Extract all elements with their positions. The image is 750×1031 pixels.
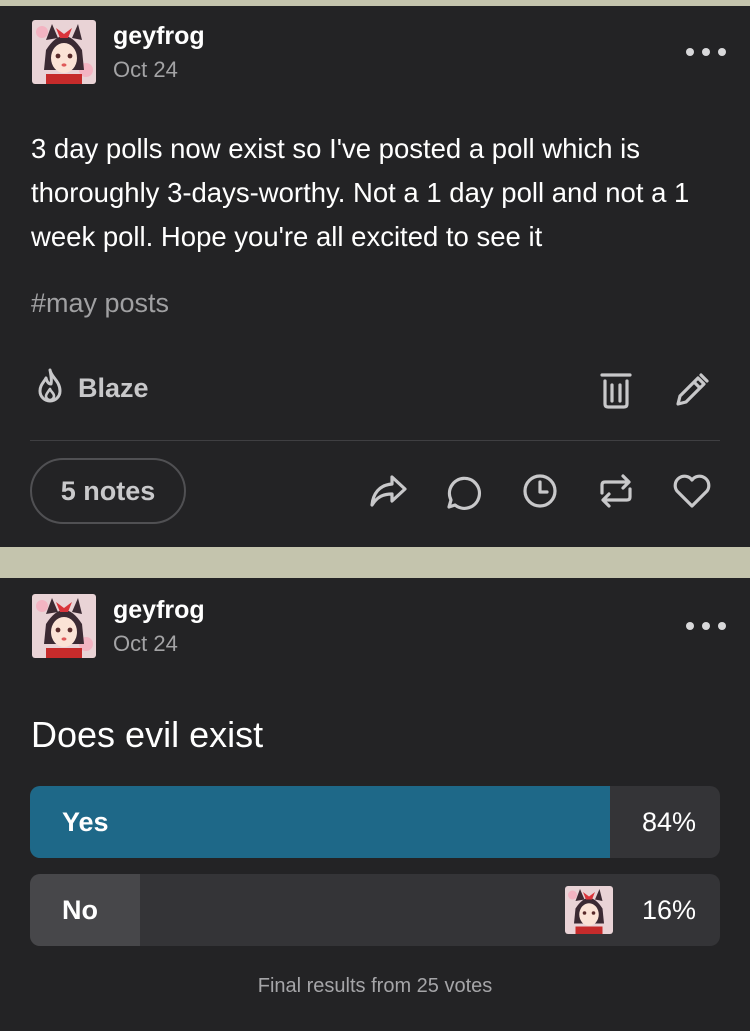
author-username[interactable]: geyfrog [113,22,205,51]
notes-button[interactable]: 5 notes [30,458,186,524]
poll-option-label: No [62,895,98,925]
ellipsis-icon[interactable] [686,616,726,636]
ellipsis-icon[interactable] [686,42,726,62]
author-username[interactable]: geyfrog [113,596,205,625]
poll-post: geyfrog Oct 24 Does evil exist Yes 84% N… [0,578,750,1031]
share-icon[interactable] [366,469,410,513]
post-body: 3 day polls now exist so I've posted a p… [31,133,690,252]
author-avatar[interactable] [32,20,96,84]
post-tag[interactable]: #may posts [31,288,169,319]
blaze-button[interactable]: Blaze [34,368,149,409]
poll-option-label: Yes [62,807,109,837]
author-avatar[interactable] [32,594,96,658]
poll-option-percent: 16% [641,895,696,925]
post-date[interactable]: Oct 24 [113,631,178,657]
poll-option-no[interactable]: No 16% [30,874,720,946]
reply-icon[interactable] [442,469,486,513]
poll-result-bar [30,786,610,858]
footer-divider [30,440,720,441]
post-date[interactable]: Oct 24 [113,57,178,83]
trash-icon[interactable] [594,368,638,412]
poll-results-footer: Final results from 25 votes [257,975,493,997]
heart-icon[interactable] [670,469,714,513]
text-post: geyfrog Oct 24 3 day polls now exist so … [0,6,750,547]
voter-avatar [565,886,613,934]
poll-option-yes[interactable]: Yes 84% [30,786,720,858]
reblog-icon[interactable] [594,469,638,513]
pencil-icon[interactable] [670,368,714,412]
blaze-label: Blaze [78,373,149,403]
poll-option-percent: 84% [641,807,696,837]
flame-icon [34,368,66,409]
queue-clock-icon[interactable] [518,469,562,513]
poll-question: Does evil exist [31,714,264,755]
